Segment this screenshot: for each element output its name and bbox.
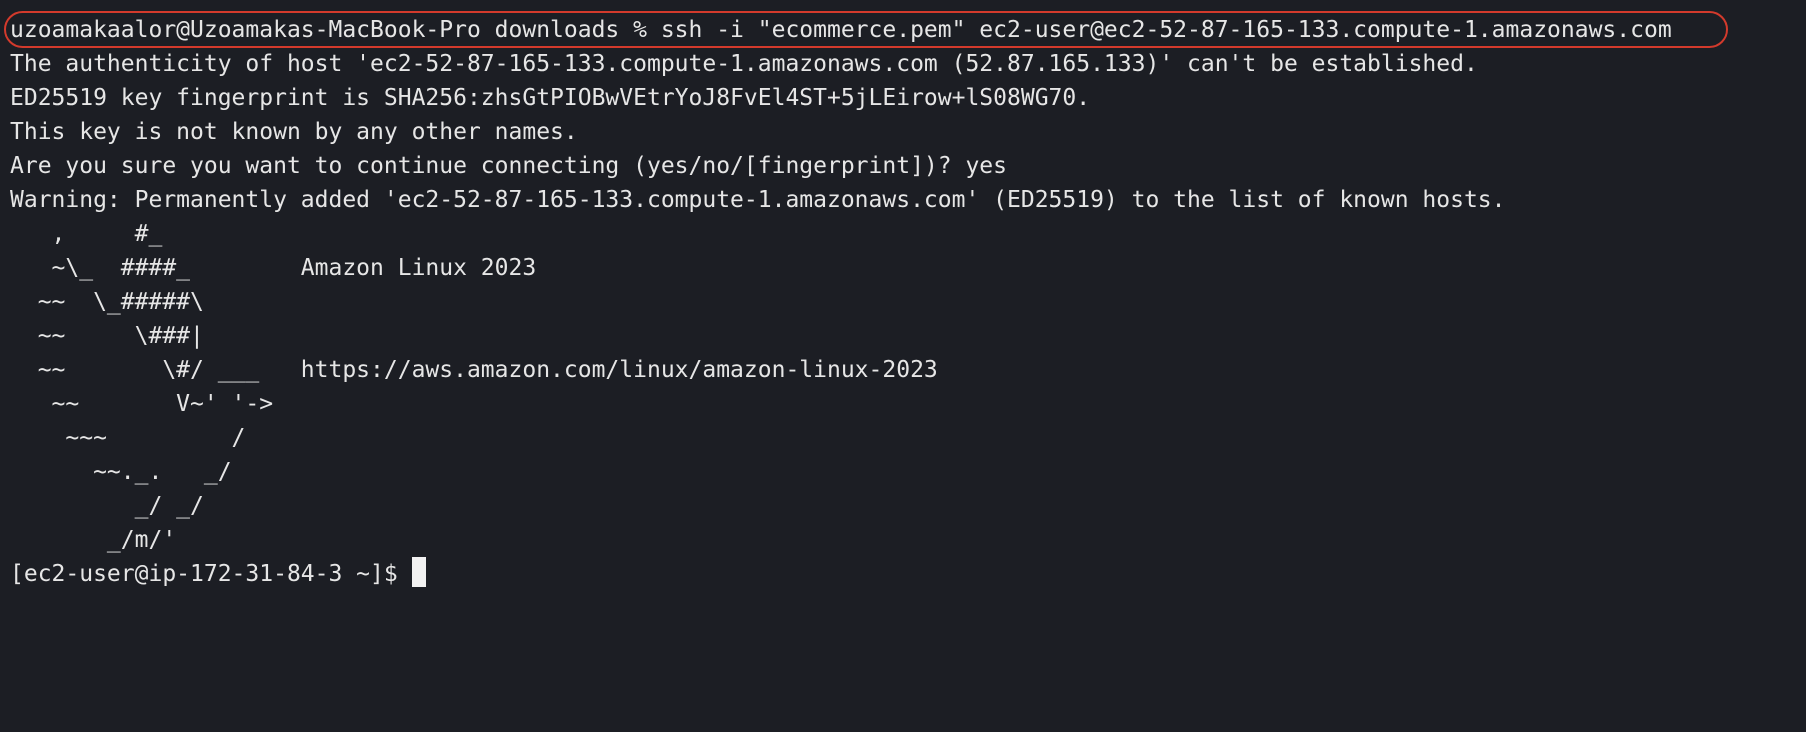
output-line: Are you sure you want to continue connec… <box>10 153 1007 179</box>
banner-art-line: ~~._. _/ <box>10 459 232 485</box>
banner-art-line: ~~ \###| <box>10 323 204 349</box>
shell-prompt: [ec2-user@ip-172-31-84-3 ~]$ <box>10 561 412 587</box>
banner-art-line: _/m/' <box>10 527 177 553</box>
output-line: Warning: Permanently added 'ec2-52-87-16… <box>10 187 1506 213</box>
banner-art-line: ~~ \#/ ___ https://aws.amazon.com/linux/… <box>10 357 938 383</box>
shell-prompt-line[interactable]: [ec2-user@ip-172-31-84-3 ~]$ <box>10 557 1806 591</box>
output-line: The authenticity of host 'ec2-52-87-165-… <box>10 51 1478 77</box>
banner-art-line: _/ _/ <box>10 493 204 519</box>
text-cursor <box>411 557 426 587</box>
output-line: ED25519 key fingerprint is SHA256:zhsGtP… <box>10 85 1091 111</box>
banner-art-line: ~~ V~' '-> <box>10 391 274 417</box>
banner-art-line: , #_ <box>10 221 163 247</box>
banner-art-line: ~~ \_#####\ <box>10 289 204 315</box>
output-line: This key is not known by any other names… <box>10 119 578 145</box>
ssh-command-line: uzoamakaalor@Uzoamakas-MacBook-Pro downl… <box>10 17 1672 43</box>
terminal-window[interactable]: uzoamakaalor@Uzoamakas-MacBook-Pro downl… <box>0 0 1806 732</box>
banner-art-line: ~\_ ####_ Amazon Linux 2023 <box>10 255 537 281</box>
banner-art-line: ~~~ / <box>10 425 246 451</box>
